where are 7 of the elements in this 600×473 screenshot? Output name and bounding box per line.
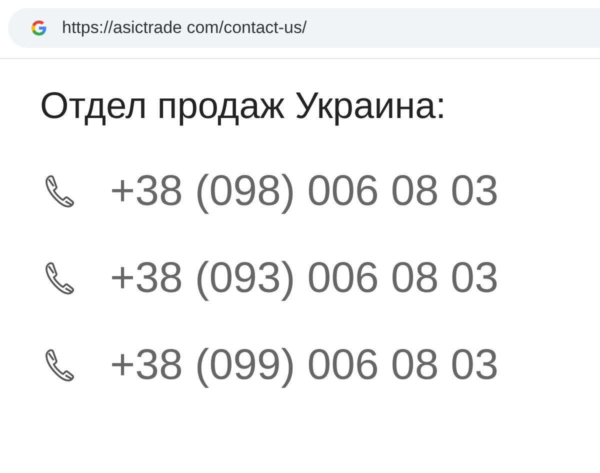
url-text: https://asictrade com/contact-us/ bbox=[62, 17, 307, 40]
google-icon bbox=[30, 19, 48, 37]
phone-number: +38 (098) 006 08 03 bbox=[110, 170, 499, 213]
address-bar[interactable]: https://asictrade com/contact-us/ bbox=[8, 8, 600, 48]
section-heading: Отдел продаж Украина: bbox=[40, 87, 448, 124]
phone-number: +38 (099) 006 08 03 bbox=[110, 344, 499, 387]
phone-number: +38 (093) 006 08 03 bbox=[110, 257, 499, 300]
